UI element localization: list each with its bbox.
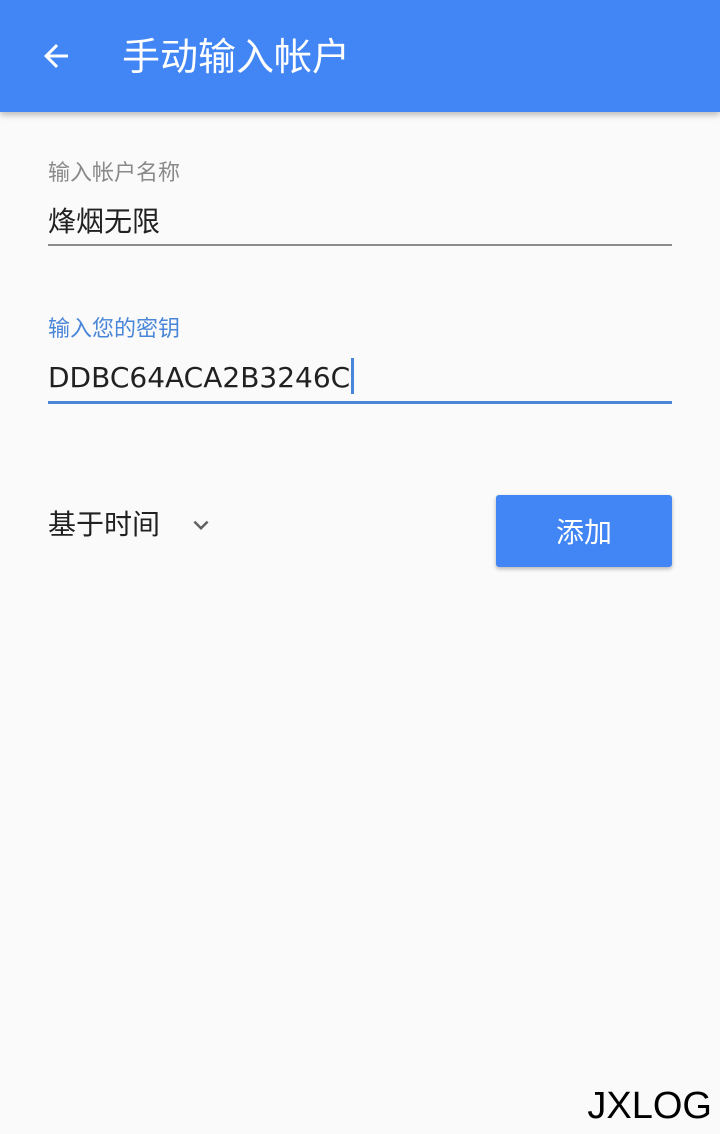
secret-key-label: 输入您的密钥 [48,317,181,342]
app-toolbar: 手动输入帐户 [0,0,720,112]
account-name-input[interactable]: 烽烟无限 [48,205,160,239]
key-type-dropdown[interactable]: 基于时间 [48,503,216,547]
key-type-selected: 基于时间 [48,508,161,541]
account-name-field[interactable]: 输入帐户名称 烽烟无限 [48,160,672,250]
text-cursor [351,358,355,394]
secret-key-field[interactable]: 输入您的密钥 DDBC64ACA2B3246C [48,316,672,408]
back-button[interactable] [20,20,92,92]
page-title: 手动输入帐户 [122,35,351,79]
manual-entry-screen: 手动输入帐户 输入帐户名称 烽烟无限 输入您的密钥 DDBC64ACA2B324… [0,0,720,1134]
add-button[interactable]: 添加 [496,495,672,567]
chevron-down-icon [186,510,216,540]
secret-key-input[interactable]: DDBC64ACA2B3246C [48,358,355,397]
secret-key-underline [48,401,672,404]
watermark: JXLOG [587,1085,712,1127]
account-name-label: 输入帐户名称 [48,161,181,186]
account-name-underline [48,244,672,246]
arrow-left-icon [44,44,68,68]
secret-key-value: DDBC64ACA2B3246C [48,361,351,394]
